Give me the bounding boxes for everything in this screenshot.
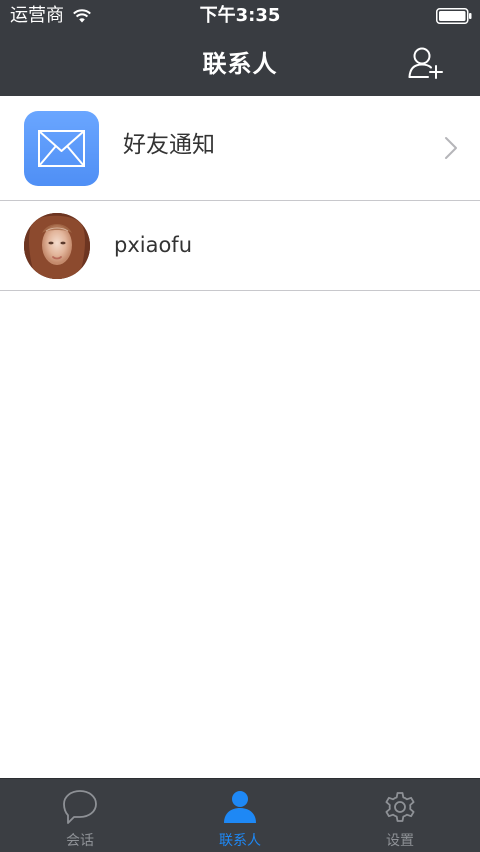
mail-icon: [24, 111, 99, 186]
tab-contacts[interactable]: 联系人: [160, 779, 320, 852]
contacts-screen: 运营商 下午3:35 联系人 好友通知 pxiaofu 会话 联系人 设置: [0, 0, 480, 852]
tab-label: 联系人: [219, 833, 261, 849]
chat-bubble-icon: [63, 790, 97, 824]
battery-icon: [436, 8, 472, 24]
contact-row[interactable]: pxiaofu: [0, 201, 480, 291]
tab-conversations[interactable]: 会话: [0, 779, 160, 852]
friend-notifications-row[interactable]: 好友通知: [0, 96, 480, 201]
friend-notifications-label: 好友通知: [123, 132, 215, 158]
add-contact-button[interactable]: [408, 46, 444, 80]
tab-settings[interactable]: 设置: [320, 779, 480, 852]
nav-bar: 联系人: [0, 32, 480, 96]
status-time: 下午3:35: [199, 5, 281, 26]
tab-label: 设置: [386, 833, 414, 849]
tab-bar: 会话 联系人 设置: [0, 778, 480, 852]
contact-list: 好友通知 pxiaofu: [0, 96, 480, 291]
contact-name: pxiaofu: [114, 233, 193, 257]
tab-label: 会话: [66, 833, 94, 849]
avatar: [24, 213, 90, 279]
person-icon: [224, 791, 256, 823]
chevron-right-icon: [445, 137, 457, 159]
status-bar: 运营商 下午3:35: [0, 0, 480, 32]
gear-icon: [385, 792, 415, 822]
